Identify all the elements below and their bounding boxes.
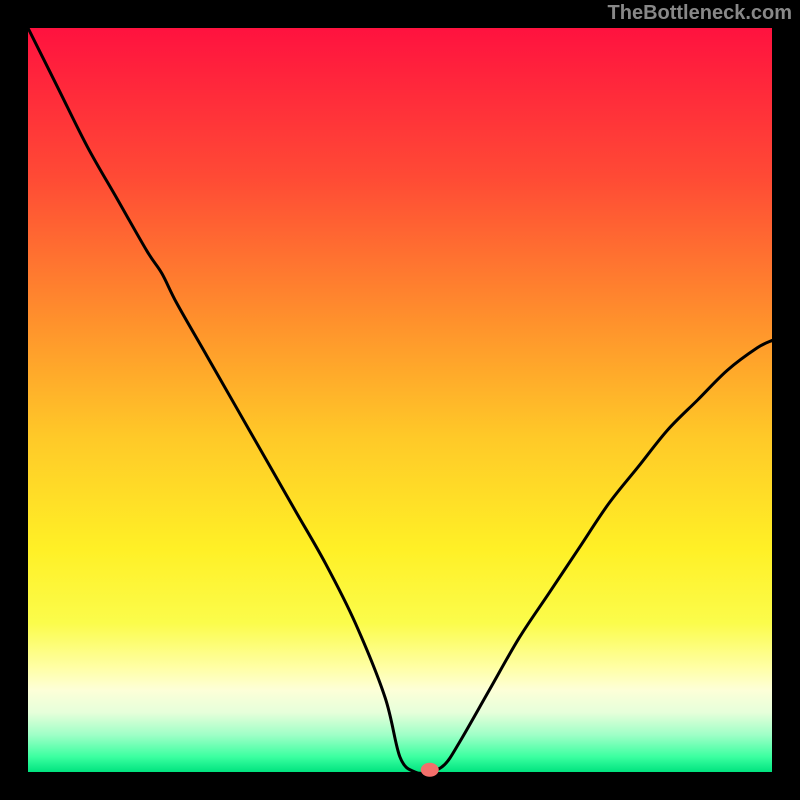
plot-background bbox=[28, 28, 772, 772]
bottleneck-chart bbox=[0, 0, 800, 800]
watermark-text: TheBottleneck.com bbox=[608, 2, 792, 25]
marker-dot bbox=[421, 763, 439, 777]
